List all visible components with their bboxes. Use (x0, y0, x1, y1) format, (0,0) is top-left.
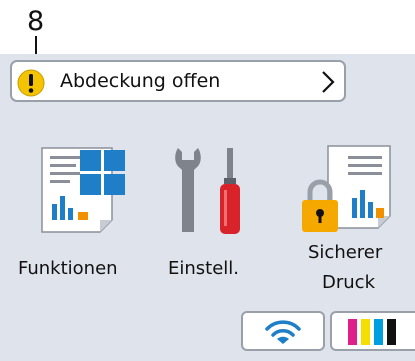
settings-button[interactable]: Einstell. (150, 140, 275, 290)
alert-bar[interactable]: Abdeckung offen (10, 60, 346, 102)
settings-icon (175, 148, 240, 234)
wifi-icon (265, 320, 301, 344)
chevron-right-icon (322, 71, 335, 93)
functions-icon (41, 147, 125, 233)
wifi-button[interactable] (241, 311, 325, 351)
secure-print-label-line1: Sicherer (308, 242, 383, 263)
warning-icon (17, 69, 45, 97)
functions-label: Funktionen (18, 258, 118, 279)
secure-print-icon (302, 145, 391, 232)
alert-text: Abdeckung offen (60, 70, 221, 92)
ink-icon (348, 319, 396, 345)
callout-number: 8 (27, 6, 45, 37)
secure-print-button[interactable]: Sicherer Druck (280, 140, 415, 305)
settings-label: Einstell. (168, 258, 240, 279)
ink-button[interactable] (330, 311, 415, 351)
functions-button[interactable]: Funktionen (0, 140, 150, 290)
secure-print-label-line2: Druck (322, 272, 375, 293)
